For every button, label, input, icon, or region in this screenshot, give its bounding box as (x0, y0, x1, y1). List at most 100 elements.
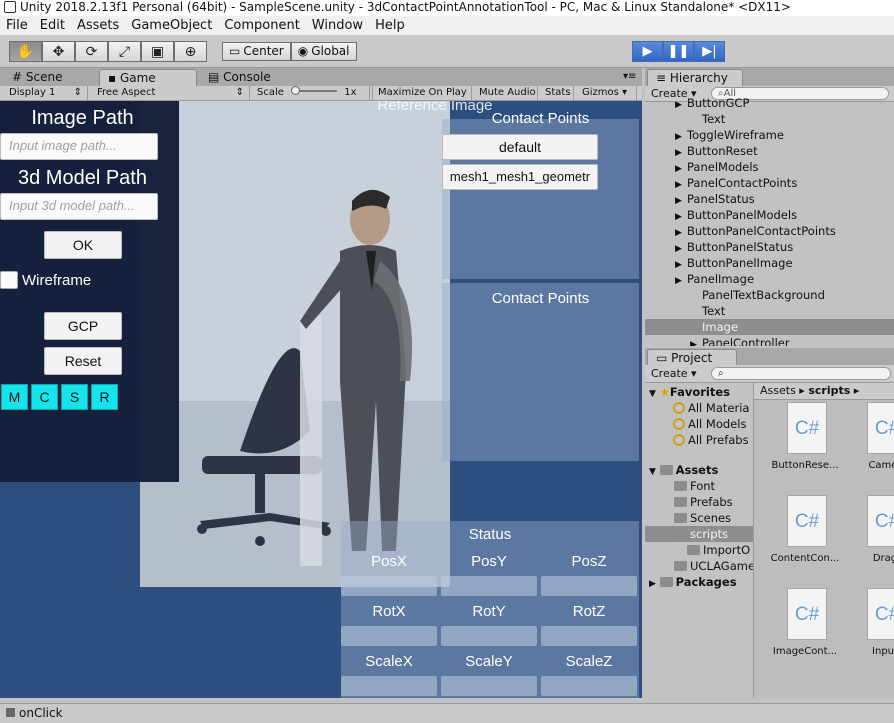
rotate-tool-button[interactable]: ⟳ (75, 41, 108, 62)
display-select[interactable]: Display 1 ⇕ (4, 86, 88, 101)
menu-window[interactable]: Window (312, 16, 363, 35)
tab-hierarchy[interactable]: ≡ Hierarchy (647, 69, 743, 86)
hierarchy-item[interactable]: Text (645, 303, 894, 319)
image-path-input[interactable]: Input image path... (0, 133, 158, 160)
favorites-section[interactable]: ▼ ★Favorites (645, 384, 753, 400)
breadcrumb-scripts[interactable]: scripts (808, 384, 850, 397)
game-view[interactable]: Image Path Input image path... 3d Model … (0, 101, 642, 698)
project-search-input[interactable]: ⌕ (711, 367, 891, 380)
menu-help[interactable]: Help (375, 16, 405, 35)
folder-item[interactable]: scripts (645, 526, 753, 542)
pivot-center-button[interactable]: ▭ Center (222, 42, 291, 61)
aspect-select[interactable]: Free Aspect ⇕ (92, 86, 250, 101)
reset-button[interactable]: Reset (44, 347, 122, 375)
folder-item[interactable]: UCLAGame (645, 558, 753, 574)
transform-tool-button[interactable]: ⊕ (174, 41, 207, 62)
gizmos-toggle[interactable]: Gizmos ▾ (577, 86, 637, 101)
hierarchy-item[interactable]: PanelTextBackground (645, 287, 894, 303)
hierarchy-item[interactable]: ▶ ButtonPanelContactPoints (645, 223, 894, 239)
posz-value[interactable] (541, 576, 637, 596)
breadcrumb-assets[interactable]: Assets (760, 384, 796, 397)
hierarchy-item[interactable]: ▶ PanelImage (645, 271, 894, 287)
hand-tool-button[interactable]: ✋ (9, 41, 42, 62)
rotx-value[interactable] (341, 626, 437, 646)
menu-edit[interactable]: Edit (40, 16, 65, 35)
favorite-item[interactable]: All Prefabs (645, 432, 753, 448)
expand-arrow-icon[interactable]: ▶ (690, 337, 702, 346)
reference-image-panel-button[interactable]: R (91, 384, 118, 410)
hierarchy-item[interactable]: ▶ ButtonPanelModels (645, 207, 894, 223)
status-panel-button[interactable]: S (61, 384, 88, 410)
pause-button[interactable]: ❚❚ (663, 41, 694, 62)
scalez-value[interactable] (541, 676, 637, 696)
script-file[interactable]: C# Camer (850, 402, 894, 482)
script-file[interactable]: C# Drag (850, 495, 894, 575)
rotz-value[interactable] (541, 626, 637, 646)
packages-section[interactable]: ▶ Packages (645, 574, 753, 590)
stats-toggle[interactable]: Stats (540, 86, 574, 101)
hierarchy-item[interactable]: ▶ PanelStatus (645, 191, 894, 207)
posx-value[interactable] (341, 576, 437, 596)
assets-section[interactable]: ▼ Assets (645, 462, 753, 478)
models-panel-button[interactable]: M (1, 384, 28, 410)
scalex-value[interactable] (341, 676, 437, 696)
hierarchy-item[interactable]: ▶ ToggleWireframe (645, 127, 894, 143)
script-file[interactable]: C# ButtonRese... (770, 402, 840, 482)
expand-arrow-icon[interactable]: ▼ (649, 389, 656, 399)
menu-component[interactable]: Component (224, 16, 299, 35)
hierarchy-item[interactable]: ▶ PanelContactPoints (645, 175, 894, 191)
scale-slider[interactable]: Scale 1x (252, 86, 370, 101)
hierarchy-item[interactable]: Image (645, 319, 894, 335)
favorite-item[interactable]: All Models (645, 416, 753, 432)
panel-menu-icon[interactable]: ▾≡ (623, 71, 636, 82)
scaley-value[interactable] (441, 676, 537, 696)
play-button[interactable]: ▶ (632, 41, 663, 62)
script-file[interactable]: C# ImageCont... (770, 588, 840, 668)
tab-scene[interactable]: # Scene (4, 69, 96, 86)
hierarchy-item[interactable]: ▶ ButtonReset (645, 143, 894, 159)
menu-file[interactable]: File (6, 16, 28, 35)
rect-tool-button[interactable]: ▣ (141, 41, 174, 62)
contact-default-button[interactable]: default (442, 134, 598, 160)
model-path-input[interactable]: Input 3d model path... (0, 193, 158, 220)
expand-arrow-icon[interactable]: ▶ (649, 579, 656, 589)
mute-audio-toggle[interactable]: Mute Audio (474, 86, 538, 101)
folder-item[interactable]: Prefabs (645, 494, 753, 510)
contact-points-panel-button[interactable]: C (31, 384, 58, 410)
move-tool-button[interactable]: ✥ (42, 41, 75, 62)
maximize-on-play-toggle[interactable]: Maximize On Play (372, 86, 472, 101)
gcp-button[interactable]: GCP (44, 312, 122, 340)
roty-value[interactable] (441, 626, 537, 646)
hierarchy-item[interactable]: ▶ ButtonPanelStatus (645, 239, 894, 255)
posy-value[interactable] (441, 576, 537, 596)
hierarchy-item-label: ButtonPanelImage (687, 256, 793, 270)
script-file[interactable]: C# Input (850, 588, 894, 668)
tab-project[interactable]: ▭ Project (647, 349, 737, 366)
hierarchy-item[interactable]: ▶ PanelModels (645, 159, 894, 175)
folder-item[interactable]: Scenes (645, 510, 753, 526)
tab-console[interactable]: ▤ Console (200, 69, 292, 86)
folder-item[interactable]: ImportO (645, 542, 753, 558)
step-button[interactable]: ▶| (694, 41, 725, 62)
hierarchy-item[interactable]: Text (645, 111, 894, 127)
menu-assets[interactable]: Assets (77, 16, 119, 35)
scale-slider-thumb[interactable] (291, 86, 301, 95)
contact-mesh-button[interactable]: mesh1_mesh1_geometr (442, 164, 598, 190)
scale-tool-button[interactable]: ⤢ (108, 41, 141, 62)
menu-gameobject[interactable]: GameObject (131, 16, 212, 35)
status-message[interactable]: onClick (19, 706, 63, 720)
csharp-script-icon: C# (867, 402, 894, 454)
hierarchy-item[interactable]: ▶ ButtonGCP (645, 95, 894, 111)
wireframe-checkbox[interactable] (0, 271, 18, 289)
tab-game[interactable]: ▪ Game (99, 69, 197, 86)
ok-button[interactable]: OK (44, 231, 122, 259)
hierarchy-item[interactable]: ▶ ButtonPanelImage (645, 255, 894, 271)
favorite-item[interactable]: All Materia (645, 400, 753, 416)
script-file[interactable]: C# ContentCon... (770, 495, 840, 575)
scale-slider-track[interactable] (291, 86, 338, 95)
pivot-global-button[interactable]: ◉ Global (290, 42, 357, 61)
expand-arrow-icon[interactable]: ▼ (649, 467, 656, 477)
folder-item[interactable]: Font (645, 478, 753, 494)
hierarchy-item[interactable]: ▶ PanelController (645, 335, 894, 346)
project-create-button[interactable]: Create ▾ (651, 367, 697, 380)
